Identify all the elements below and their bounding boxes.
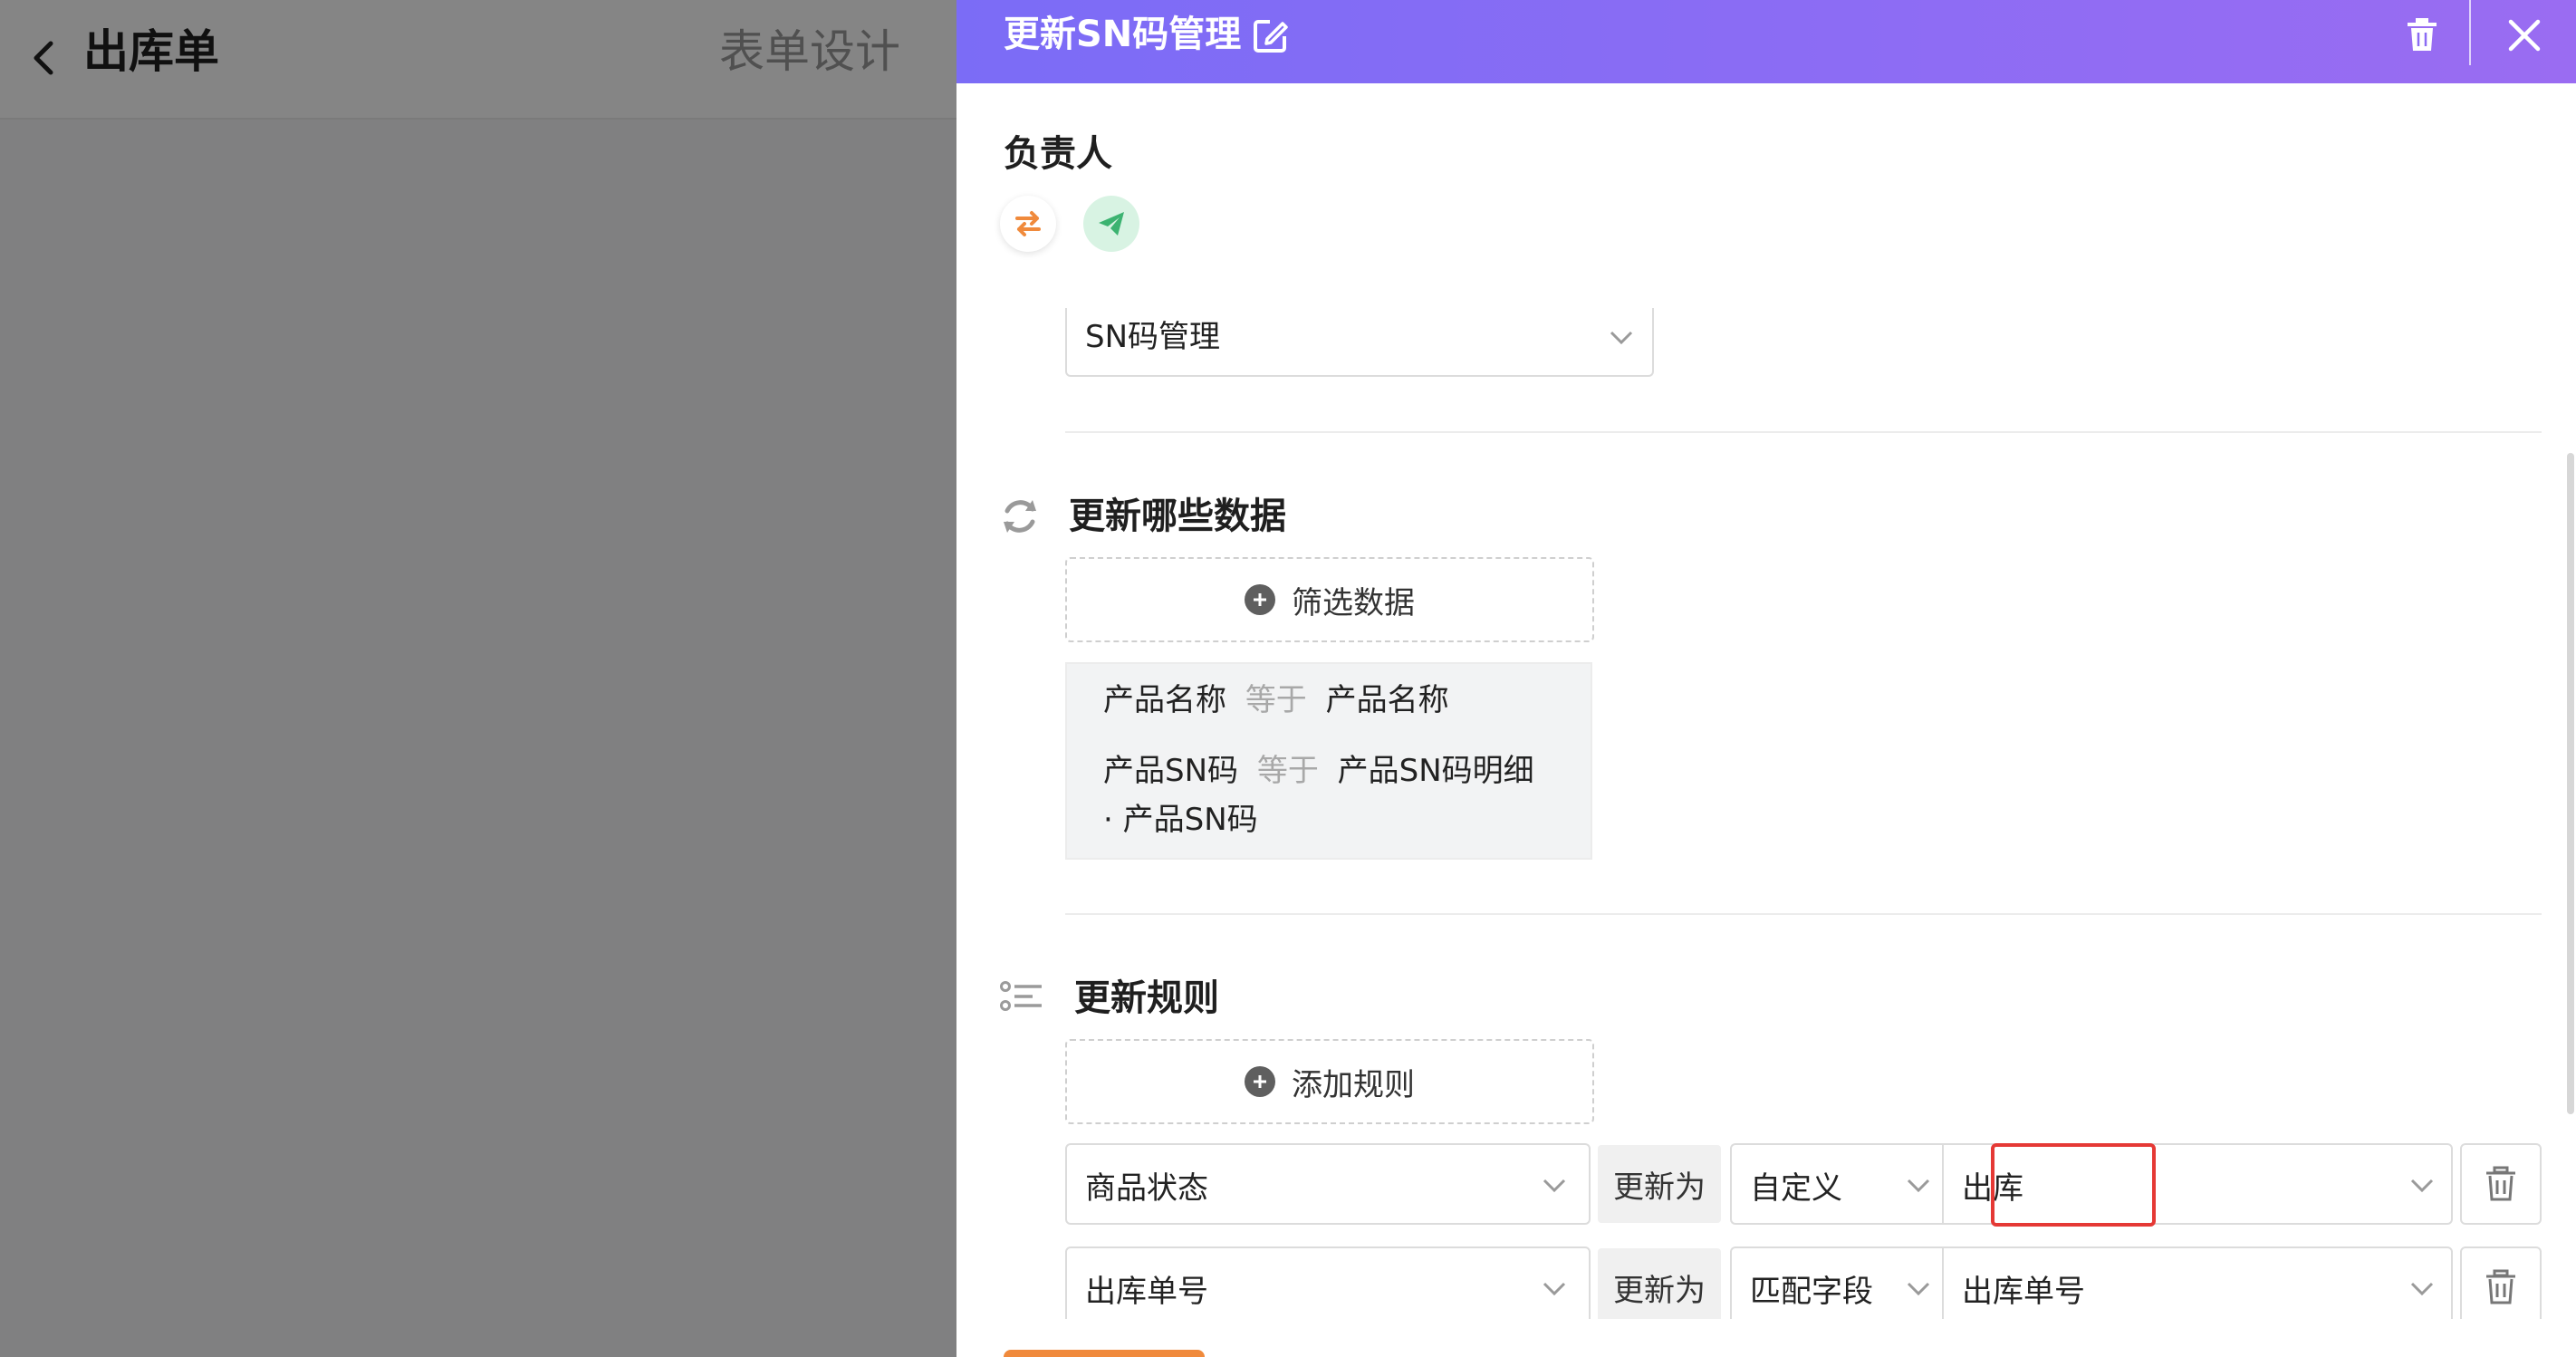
highlight-box [1991,1143,2156,1227]
chevron-down-icon [2410,1179,2434,1193]
chevron-down-icon [1610,331,1633,345]
condition-operator: 等于 [1256,753,1319,789]
trash-icon[interactable] [2402,14,2442,54]
target-form-value: SN码管理 [1085,319,1221,355]
condition-row[interactable]: 产品SN码 等于 产品SN码明细 [1103,747,1534,794]
filter-data-label: 筛选数据 [1292,584,1415,621]
condition-value: 产品SN码明细 [1337,753,1534,789]
delete-rule-button[interactable] [2460,1246,2542,1328]
rule-field-value: 商品状态 [1085,1170,1208,1207]
close-icon[interactable] [2502,13,2547,58]
chevron-down-icon [1907,1179,1930,1193]
target-form-select[interactable]: SN码管理 [1065,308,1654,377]
swap-icon [1015,211,1041,236]
filter-data-button[interactable]: 筛选数据 [1065,557,1594,642]
rule-value-select[interactable]: 出库单号 [1942,1246,2453,1328]
drawer-title: 更新SN码管理 [1004,14,1242,55]
send-button[interactable] [1083,196,1139,252]
list-icon [1000,981,1042,1011]
section-divider [1065,431,2542,433]
condition-field: 产品名称 [1103,682,1226,718]
app-background: 出库单 表单设计 [0,0,956,1357]
condition-field: 产品SN码 [1103,753,1239,789]
filter-conditions: 产品名称 等于 产品名称 产品SN码 等于 产品SN码明细 · 产品SN码 [1065,662,1592,860]
refresh-icon [1004,500,1036,533]
rule-field-select[interactable]: 出库单号 [1065,1246,1591,1328]
update-data-title: 更新哪些数据 [1069,496,1286,537]
rule-mode-value: 匹配字段 [1750,1274,1873,1310]
condition-value-continued: · 产品SN码 [1103,802,1258,838]
update-rules-title: 更新规则 [1074,977,1219,1019]
condition-operator: 等于 [1245,682,1307,718]
drawer-scrollbar[interactable] [2567,453,2574,1114]
swap-assignee-button[interactable] [1000,196,1056,252]
trash-icon [2486,1269,2515,1304]
assignee-label: 负责人 [1004,133,1112,175]
rule-value: 出库单号 [1962,1274,2085,1310]
rule-mode-select[interactable]: 匹配字段 [1730,1246,1944,1328]
chevron-down-icon [2410,1282,2434,1296]
section-divider [1065,913,2542,915]
rule-field-value: 出库单号 [1085,1274,1208,1310]
delete-rule-button[interactable] [2460,1143,2542,1225]
update-to-label: 更新为 [1598,1248,1721,1326]
chevron-down-icon [1907,1282,1930,1296]
add-rule-label: 添加规则 [1292,1066,1415,1103]
chevron-down-icon [1543,1179,1566,1193]
header-divider [2469,0,2471,65]
add-rule-button[interactable]: 添加规则 [1065,1039,1594,1124]
send-icon [1099,212,1124,236]
condition-value: 产品名称 [1325,682,1449,718]
trash-icon [2486,1166,2515,1201]
rule-mode-value: 自定义 [1750,1170,1842,1207]
drawer-header: 更新SN码管理 [956,0,2576,83]
chevron-down-icon [1543,1282,1566,1296]
plus-circle-icon [1245,1066,1275,1097]
condition-row[interactable]: 产品名称 等于 产品名称 [1103,677,1449,724]
update-node-drawer: 更新SN码管理 负责人 SN码管理 更新哪些数据 筛选数据 产品名称 等于 产品… [956,0,2576,1357]
save-button[interactable] [1004,1350,1205,1357]
edit-icon[interactable] [1252,16,1290,54]
modal-overlay[interactable] [0,0,956,1357]
rule-field-select[interactable]: 商品状态 [1065,1143,1591,1225]
update-to-label: 更新为 [1598,1145,1721,1223]
rule-mode-select[interactable]: 自定义 [1730,1143,1944,1225]
plus-circle-icon [1245,584,1275,615]
